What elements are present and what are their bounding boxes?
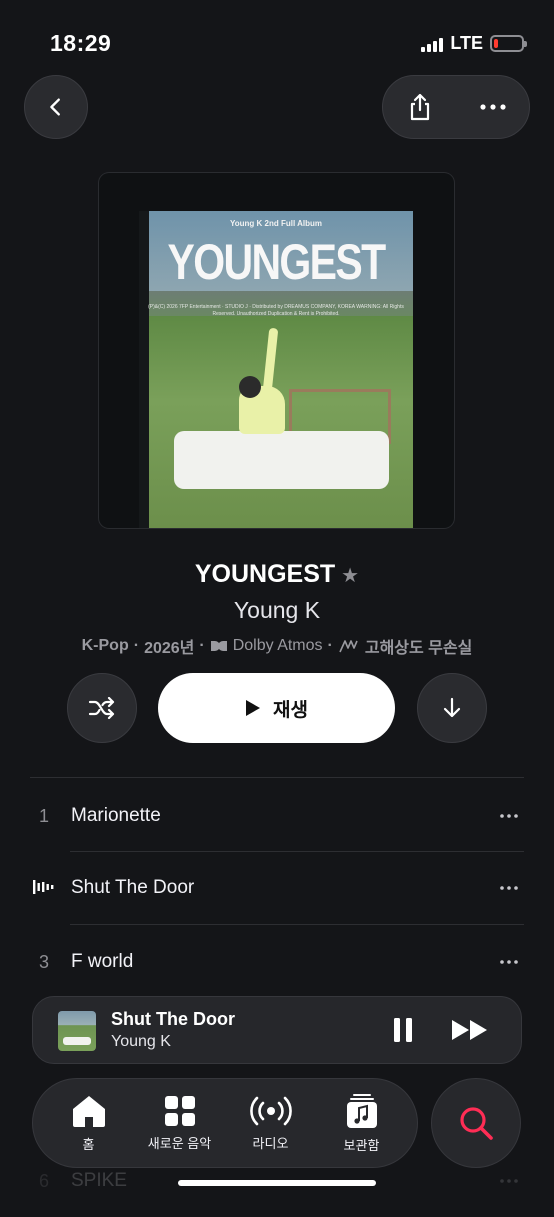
back-button[interactable]: [24, 75, 88, 139]
meta-separator: ·: [199, 637, 205, 654]
track-more-button[interactable]: [494, 814, 524, 818]
status-time: 18:29: [50, 30, 112, 56]
track-row[interactable]: 1 Marionette: [30, 780, 524, 852]
lossless-label: 고해상도 무손실: [364, 640, 473, 657]
share-icon: [410, 93, 429, 121]
ellipsis-icon: [500, 960, 518, 964]
track-name: Marionette: [71, 805, 161, 826]
track-name: F world: [71, 951, 134, 972]
track-number: 3: [38, 951, 49, 972]
tab-label: 새로운 음악: [147, 1135, 212, 1151]
network-label: LTE: [450, 33, 483, 53]
track-number: 6: [38, 1170, 49, 1191]
track-more-button[interactable]: [494, 886, 524, 890]
dolby-label: Dolby Atmos: [232, 637, 323, 654]
artwork-title: YOUNGEST: [167, 234, 387, 290]
search-button[interactable]: [431, 1078, 521, 1168]
shuffle-icon: [88, 697, 115, 719]
ellipsis-icon: [500, 886, 518, 890]
radio-icon: [249, 1096, 292, 1125]
dolby-icon: [210, 641, 227, 651]
meta-separator: ·: [133, 637, 140, 654]
battery-icon: [490, 35, 527, 52]
divider: [30, 777, 524, 778]
mini-player[interactable]: Shut The Door Young K: [32, 996, 522, 1064]
tab-label: 홈: [82, 1136, 95, 1152]
home-indicator[interactable]: [178, 1180, 376, 1186]
tab-label: 보관함: [343, 1137, 380, 1153]
artwork-image: Young K 2nd Full Album YOUNGEST (P)&(C) …: [139, 211, 413, 528]
next-button[interactable]: [451, 1019, 489, 1046]
lossless-icon: [339, 640, 358, 653]
search-icon: [460, 1107, 493, 1140]
track-more-button[interactable]: [494, 960, 524, 964]
shuffle-button[interactable]: [67, 673, 137, 743]
artwork-fine-print: (P)&(C) 2026 7FP Entertainment · STUDIO …: [148, 304, 404, 317]
tab-library[interactable]: 보관함: [317, 1093, 407, 1154]
tab-home[interactable]: 홈: [44, 1094, 134, 1153]
tab-new-music[interactable]: 새로운 음악: [135, 1095, 225, 1152]
divider: [70, 924, 524, 925]
download-icon: [443, 697, 461, 718]
forward-icon: [452, 1020, 487, 1040]
track-row-playing[interactable]: Shut The Door: [30, 852, 524, 924]
artwork-subtitle: Young K 2nd Full Album: [230, 219, 322, 228]
track-row[interactable]: 3 F world: [30, 926, 524, 998]
share-button[interactable]: [383, 76, 456, 138]
mini-player-artwork: [58, 1011, 96, 1051]
download-button[interactable]: [417, 673, 487, 743]
library-icon: [346, 1093, 377, 1128]
ellipsis-icon: [500, 814, 518, 818]
signal-icon: [421, 36, 444, 52]
pause-icon: [394, 1018, 412, 1042]
meta-separator: ·: [327, 637, 333, 654]
album-meta: K-Pop · 2026년 · Dolby Atmos · 고해상도 무손실: [0, 634, 554, 658]
status-indicators: LTE: [421, 33, 527, 54]
play-label: 재생: [273, 699, 308, 721]
tab-bar: 홈 새로운 음악 라디오 보관함: [32, 1078, 418, 1168]
pause-button[interactable]: [391, 1017, 415, 1048]
ellipsis-icon: [500, 1179, 518, 1183]
now-playing-icon: [30, 878, 58, 899]
album-artwork[interactable]: Young K 2nd Full Album YOUNGEST (P)&(C) …: [99, 173, 454, 528]
track-more-button[interactable]: [494, 1179, 524, 1183]
tab-label: 라디오: [252, 1135, 289, 1151]
genre: K-Pop: [81, 637, 129, 654]
track-number: 1: [38, 805, 49, 826]
track-name: Shut The Door: [71, 877, 195, 898]
album-title: YOUNGEST ★: [0, 560, 554, 589]
tab-radio[interactable]: 라디오: [226, 1095, 316, 1152]
grid-icon: [164, 1095, 195, 1126]
star-icon[interactable]: ★: [341, 565, 359, 587]
chevron-left-icon: [50, 98, 60, 116]
mini-player-artist: Young K: [111, 1033, 171, 1050]
ellipsis-icon: [479, 104, 506, 110]
header-actions: [382, 75, 530, 139]
album-title-text: YOUNGEST: [194, 560, 336, 588]
play-icon: [246, 700, 261, 716]
album-artist[interactable]: Young K: [0, 597, 554, 624]
home-icon: [72, 1095, 105, 1127]
play-button[interactable]: 재생: [158, 673, 395, 743]
mini-player-title: Shut The Door: [111, 1009, 235, 1029]
more-button[interactable]: [456, 76, 529, 138]
year: 2026년: [144, 640, 195, 657]
